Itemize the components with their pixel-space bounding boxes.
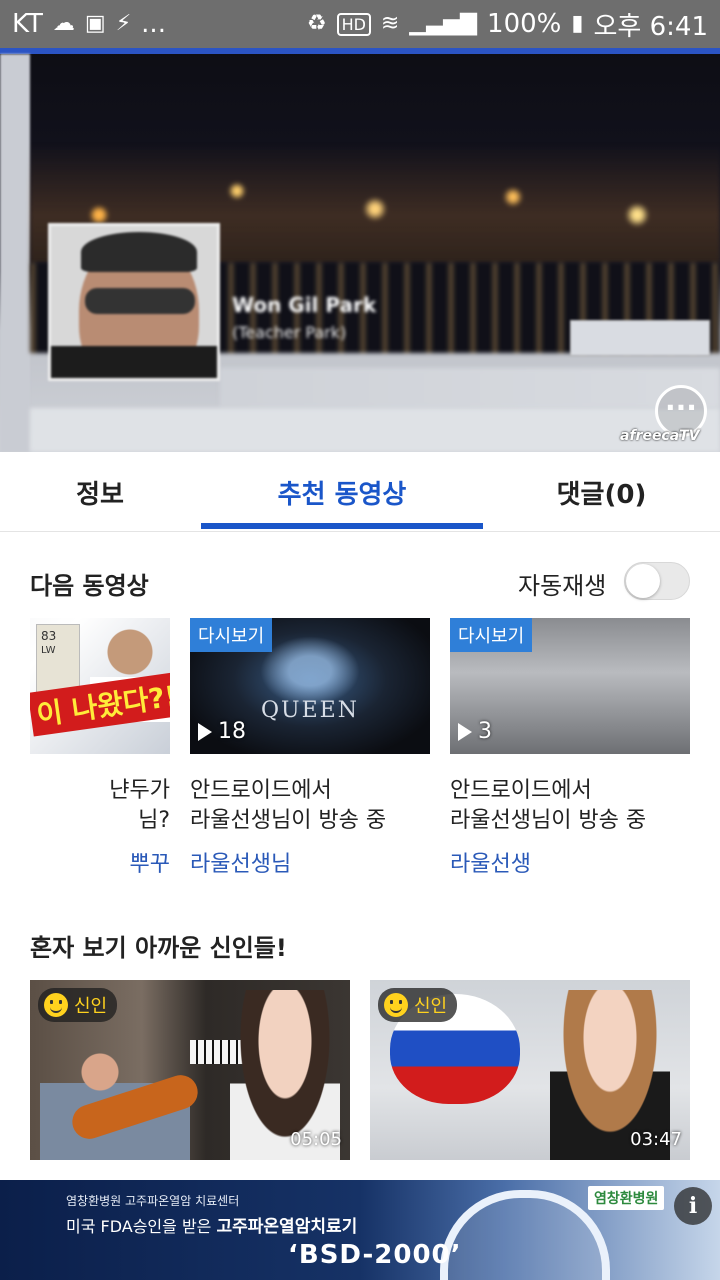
video-blur-row bbox=[220, 368, 720, 408]
video-author[interactable]: 뿌꾸 bbox=[30, 846, 170, 878]
tab-info[interactable]: 정보 bbox=[0, 452, 200, 532]
video-left-strip bbox=[0, 54, 30, 452]
video-card[interactable]: 다시보기 3 안드로이드에서 라울선생님이 방송 중 라울선생 bbox=[450, 618, 690, 878]
smile-icon bbox=[44, 993, 68, 1017]
wifi-icon: ≋ bbox=[380, 11, 400, 36]
battery-saver-icon: ♻ bbox=[306, 11, 327, 36]
tab-recommended[interactable]: 추천 동영상 bbox=[201, 452, 483, 532]
autoplay-toggle[interactable] bbox=[624, 562, 690, 600]
video-card[interactable]: 83 LW 이 나왔다?! 냔두가 님? 뿌꾸 bbox=[30, 618, 170, 878]
video-duration: 05:05 bbox=[290, 1129, 342, 1150]
more-notifications: ... bbox=[141, 9, 166, 39]
ad-line-3: ‘BSD-2000’ bbox=[288, 1240, 462, 1270]
video-profile-photo bbox=[48, 223, 220, 381]
video-title[interactable]: 냔두가 님? bbox=[30, 776, 170, 836]
video-card[interactable]: QUEEN 다시보기 18 안드로이드에서 라울선생님이 방송 중 라울선생님 bbox=[190, 618, 430, 878]
view-count: 3 bbox=[458, 719, 492, 744]
tab-comments[interactable]: 댓글(0) bbox=[483, 452, 720, 532]
rookie-badge: 신인 bbox=[378, 988, 458, 1022]
cloud-icon: ☁ bbox=[52, 11, 75, 36]
video-player[interactable]: Won Gil Park (Teacher Park) bbox=[0, 48, 720, 452]
autoplay-label: 자동재생 bbox=[518, 572, 607, 600]
tab-active-indicator bbox=[201, 523, 483, 529]
ad-device-image bbox=[440, 1190, 610, 1280]
video-profile-sub: (Teacher Park) bbox=[232, 323, 347, 342]
afreecatv-logo: afreecaTV bbox=[620, 428, 700, 444]
carrier-label: KT bbox=[12, 9, 43, 39]
video-title[interactable]: 안드로이드에서 라울선생님이 방송 중 bbox=[450, 776, 690, 836]
video-thumbnail[interactable]: 다시보기 3 bbox=[450, 618, 690, 754]
rookie-badge: 신인 bbox=[38, 988, 118, 1022]
vlc-icon: ⚡ bbox=[115, 11, 132, 36]
video-duration: 03:47 bbox=[630, 1129, 682, 1150]
hd-voice-icon: HD bbox=[336, 12, 371, 36]
play-icon bbox=[458, 722, 472, 741]
thumb-caption: 이 나왔다?! bbox=[30, 671, 170, 754]
ad-banner[interactable]: 염창환병원 고주파온열암 치료센터 미국 FDA승인을 받은 고주파온열암치료기… bbox=[0, 1180, 720, 1280]
view-count: 18 bbox=[198, 719, 246, 744]
replay-badge: 다시보기 bbox=[190, 618, 273, 652]
queen-crest bbox=[260, 636, 360, 706]
status-bar: KT ☁ ▣ ⚡ ... ♻ HD ≋ ▁▃▅▇ 100% ▮ 오후 6:41 bbox=[0, 0, 720, 48]
rookie-video-card[interactable]: 신인 03:47 bbox=[370, 980, 690, 1160]
replay-badge: 다시보기 bbox=[450, 618, 533, 652]
tab-bar: 정보 추천 동영상 댓글(0) bbox=[0, 452, 720, 532]
ad-line-2: 미국 FDA승인을 받은 고주파온열암치료기 bbox=[66, 1217, 358, 1237]
signal-icon: ▁▃▅▇ bbox=[409, 11, 478, 36]
rookie-video-card[interactable]: 신인 05:05 bbox=[30, 980, 350, 1160]
image-icon: ▣ bbox=[84, 11, 106, 36]
play-icon bbox=[198, 722, 212, 741]
video-thumbnail[interactable]: 83 LW 이 나왔다?! bbox=[30, 618, 170, 754]
ad-line-1: 염창환병원 고주파온열암 치료센터 bbox=[66, 1194, 240, 1208]
video-blur-button bbox=[570, 320, 710, 356]
battery-icon: ▮ bbox=[571, 11, 584, 36]
video-author[interactable]: 라울선생님 bbox=[190, 846, 291, 878]
next-video-heading: 다음 동영상 bbox=[30, 572, 149, 600]
rookies-heading: 혼자 보기 아까운 신인들! bbox=[30, 934, 287, 962]
smile-icon bbox=[384, 993, 408, 1017]
clock: 오후 6:41 bbox=[593, 11, 709, 42]
video-thumbnail[interactable]: QUEEN 다시보기 18 bbox=[190, 618, 430, 754]
ad-logo: 염창환병원 bbox=[588, 1186, 665, 1210]
battery-percent: 100% bbox=[487, 9, 562, 39]
video-top-border bbox=[0, 48, 720, 54]
video-profile-name: Won Gil Park bbox=[232, 293, 377, 317]
video-author[interactable]: 라울선생 bbox=[450, 846, 531, 878]
toggle-knob bbox=[626, 564, 660, 598]
video-title[interactable]: 안드로이드에서 라울선생님이 방송 중 bbox=[190, 776, 430, 836]
ad-info-icon[interactable]: i bbox=[674, 1187, 712, 1225]
video-blur-row-2 bbox=[30, 408, 720, 452]
